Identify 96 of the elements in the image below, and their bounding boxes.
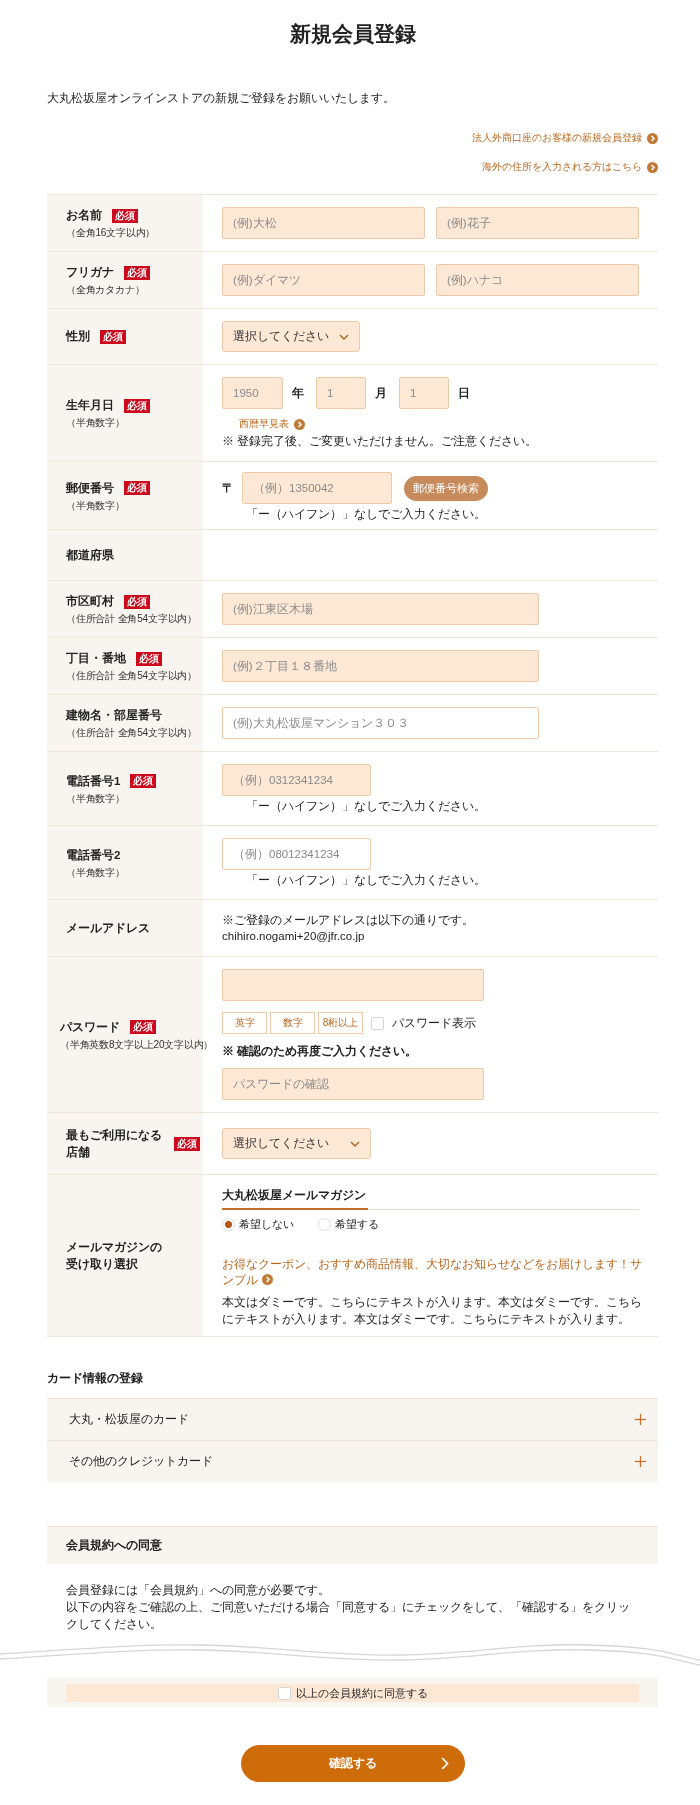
- unit-label: 日: [458, 385, 470, 401]
- required-badge: 必須: [136, 651, 162, 666]
- field-label: メールマガジンの受け取り選択: [66, 1239, 163, 1273]
- field-note: （住所合計 全角54文字以内）: [66, 612, 197, 625]
- hint-text: 「ー（ハイフン）」なしでご入力ください。: [246, 873, 486, 887]
- required-badge: 必須: [100, 329, 126, 344]
- page-title: 新規会員登録: [288, 21, 417, 47]
- terms-header: 会員規約への同意: [47, 1526, 658, 1564]
- field-label: 電話番号2: [66, 847, 121, 863]
- field-note: （半角数字）: [66, 865, 125, 879]
- field-label: 都道府県: [66, 547, 114, 563]
- intro-text: 大丸松坂屋オンラインストアの新規ご登録をお願いいたします。: [47, 91, 396, 106]
- field-note: （半角数字）: [66, 791, 125, 805]
- chevron-circle-icon: [294, 418, 305, 430]
- required-badge: 必須: [124, 481, 150, 495]
- text-field[interactable]: (例)大丸松坂屋マンション３０３: [222, 707, 539, 739]
- accordion-row[interactable]: 大丸・松坂屋のカード: [47, 1398, 658, 1440]
- chevron-right-icon: [440, 1757, 449, 1770]
- required-badge: 必須: [124, 265, 150, 280]
- date-field[interactable]: 1: [399, 377, 449, 409]
- body-text: 本文はダミーです。こちらにテキストが入ります。本文はダミーです。こちらにテキストが入ります。本文はダミーです。こちらにテキストが入ります。: [222, 1294, 643, 1328]
- text-link[interactable]: お得なクーポン、おすすめ商品情報、大切なお知らせなどをお届けします！サンプル: [222, 1256, 648, 1288]
- radio-button[interactable]: [318, 1217, 331, 1231]
- field-note: （住所合計 全角54文字以内）: [66, 726, 197, 739]
- required-badge: 必須: [112, 208, 138, 223]
- phone-field[interactable]: （例）08012341234: [222, 838, 371, 870]
- accordion-row[interactable]: その他のクレジットカード: [47, 1440, 658, 1482]
- hint-text: 「ー（ハイフン）」なしでご入力ください。: [246, 507, 486, 521]
- field-label: 電話番号1: [66, 773, 121, 789]
- required-badge: 必須: [124, 594, 150, 609]
- unit-label: 年: [292, 385, 304, 401]
- field-label: 生年月日: [66, 398, 114, 413]
- rule-chip: 英字: [222, 1012, 267, 1034]
- select-field[interactable]: 選択してください: [222, 321, 360, 352]
- field-label: 市区町村: [66, 594, 114, 609]
- required-badge: 必須: [130, 774, 157, 788]
- terms-text: 会員登録には「会員規約」への同意が必要です。: [66, 1582, 331, 1599]
- field-note: （半角英数8文字以上20文字以内）: [60, 1037, 214, 1051]
- text-field[interactable]: (例)ハナコ: [436, 264, 639, 296]
- field-note: （住所合計 全角54文字以内）: [66, 669, 197, 682]
- chevron-down-icon: [350, 1140, 360, 1147]
- terms-text: 以下の内容をご確認の上、ご同意いただける場合「同意する」にチェックをして、「確認する」をクリックしてください。: [66, 1599, 631, 1633]
- password-field[interactable]: [222, 969, 484, 1001]
- field-label: 建物名・部屋番号: [66, 707, 162, 723]
- checkbox-label[interactable]: パスワード表示: [392, 1015, 476, 1031]
- field-note: （全角16文字以内）: [66, 226, 156, 239]
- chevron-circle-icon: [647, 161, 658, 173]
- chevron-circle-icon: [647, 132, 658, 144]
- postal-mark: 〒: [222, 479, 234, 497]
- field-note: （半角数字）: [66, 416, 125, 429]
- text-link[interactable]: 西暦早見表: [239, 417, 305, 431]
- text-field[interactable]: (例)江東区木場: [222, 593, 539, 625]
- email-info-text: chihiro.nogami+20@jfr.co.jp: [222, 929, 365, 944]
- text-field[interactable]: (例)ダイマツ: [222, 264, 425, 296]
- field-label: お名前: [66, 208, 102, 223]
- text-field[interactable]: (例)大松: [222, 207, 425, 239]
- text-field[interactable]: (例)２丁目１８番地: [222, 650, 539, 682]
- field-note: （半角数字）: [66, 498, 125, 512]
- notice-text: ※ 確認のため再度ご入力ください。: [222, 1044, 418, 1059]
- field-label: 丁目・番地: [66, 650, 126, 666]
- text-link[interactable]: 法人外商口座のお客様の新規会員登録: [472, 131, 658, 145]
- email-info-text: ※ご登録のメールアドレスは以下の通りです。: [222, 913, 474, 928]
- unit-label: 月: [375, 385, 387, 401]
- select-field[interactable]: 選択してください: [222, 1128, 371, 1159]
- hint-text: 「ー（ハイフン）」なしでご入力ください。: [246, 799, 486, 813]
- required-badge: 必須: [173, 1136, 200, 1151]
- phone-field[interactable]: （例）0312341234: [222, 764, 371, 796]
- radio-label[interactable]: 希望しない: [239, 1216, 294, 1232]
- text-link[interactable]: 海外の住所を入力される方はこちら: [482, 160, 658, 174]
- checkbox[interactable]: [371, 1016, 384, 1030]
- rule-chip: 8桁以上: [318, 1012, 363, 1034]
- field-label: フリガナ: [66, 265, 114, 280]
- field-label: パスワード: [60, 1019, 120, 1035]
- checkbox[interactable]: [277, 1686, 291, 1700]
- date-field[interactable]: 1: [316, 377, 366, 409]
- section-title: カード情報の登録: [47, 1371, 144, 1386]
- required-badge: 必須: [124, 398, 150, 413]
- date-field[interactable]: 1950: [222, 377, 283, 409]
- chevron-circle-icon: [262, 1274, 273, 1285]
- field-note: （全角カタカナ）: [66, 283, 145, 296]
- radio-button[interactable]: [222, 1217, 235, 1231]
- required-badge: 必須: [130, 1020, 156, 1034]
- section-heading: 大丸松坂屋メールマガジン: [222, 1187, 368, 1210]
- rule-chip: 数字: [270, 1012, 315, 1034]
- field-label: 最もご利用になる店舗: [66, 1127, 163, 1160]
- field-label: 郵便番号: [66, 480, 114, 496]
- confirm-button[interactable]: 確認する: [240, 1745, 465, 1782]
- text-field[interactable]: (例)花子: [436, 207, 639, 239]
- postal-code-field[interactable]: （例）1350042: [242, 472, 392, 504]
- notice-text: ※ 登録完了後、ご変更いただけません。ご注意ください。: [222, 434, 538, 449]
- checkbox-label[interactable]: 以上の会員規約に同意する: [295, 1686, 428, 1700]
- radio-label[interactable]: 希望する: [335, 1216, 379, 1232]
- field-label: 性別: [66, 329, 90, 344]
- chevron-down-icon: [339, 333, 349, 340]
- password-confirm-field[interactable]: パスワードの確認: [222, 1068, 484, 1100]
- field-label: メールアドレス: [66, 920, 150, 936]
